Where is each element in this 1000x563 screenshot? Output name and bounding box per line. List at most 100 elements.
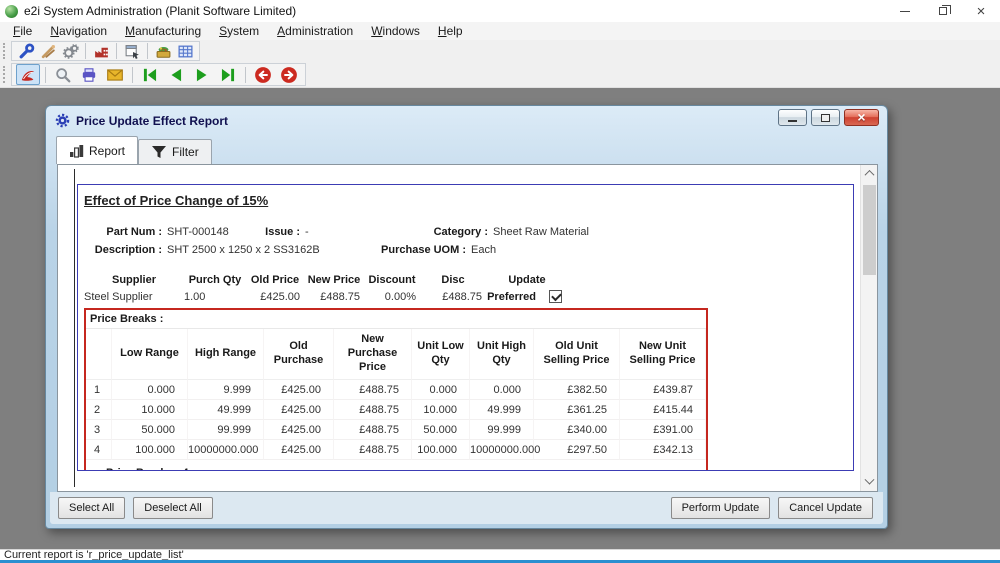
- pb-cell: 9.999: [188, 380, 264, 400]
- status-bar: Current report is 'r_price_update_list': [0, 549, 1000, 560]
- forward-icon[interactable]: [277, 64, 301, 85]
- scroll-down-button[interactable]: [861, 474, 878, 491]
- pb-cell: £391.00: [620, 420, 706, 440]
- update-checkbox[interactable]: [549, 290, 562, 303]
- dialog-title: Price Update Effect Report: [76, 114, 228, 128]
- pb-row-num: 3: [86, 420, 112, 440]
- menu-file[interactable]: File: [4, 22, 41, 40]
- pb-row-num: 2: [86, 400, 112, 420]
- pb-cell: £488.75: [334, 440, 412, 460]
- properties-icon[interactable]: [122, 42, 142, 60]
- window-title: e2i System Administration (Planit Softwa…: [24, 4, 296, 18]
- supplier-discount: 0.00%: [364, 288, 420, 305]
- menu-help[interactable]: Help: [429, 22, 472, 40]
- pb-cell: 49.999: [188, 400, 264, 420]
- description-label: Description :: [84, 244, 162, 256]
- toolbar-separator: [147, 43, 148, 59]
- tab-strip: Report Filter: [56, 136, 212, 164]
- scrollbar-thumb[interactable]: [863, 185, 876, 275]
- toolbox-icon[interactable]: [153, 42, 173, 60]
- pb-cell: £488.75: [334, 400, 412, 420]
- preferred-label: Preferred: [486, 288, 542, 305]
- pb-header: [86, 329, 112, 380]
- pb-cell: £439.87: [620, 380, 706, 400]
- pliers-icon[interactable]: [38, 42, 58, 60]
- menu-manufacturing[interactable]: Manufacturing: [116, 22, 210, 40]
- toolbar-grip[interactable]: [3, 43, 7, 58]
- back-icon[interactable]: [251, 64, 275, 85]
- dialog-maximize-button[interactable]: [811, 109, 840, 126]
- pb-cell: £488.75: [334, 380, 412, 400]
- gears-icon[interactable]: [60, 42, 80, 60]
- pb-cell: 0.000: [112, 380, 188, 400]
- pb-header-new-unit-selling: New Unit Selling Price: [620, 329, 706, 380]
- menu-system[interactable]: System: [210, 22, 268, 40]
- supplier-header: Supplier: [84, 271, 184, 288]
- menubar: File Navigation Manufacturing System Adm…: [0, 22, 1000, 40]
- supplier-new-price: £488.75: [304, 288, 364, 305]
- next-record-icon[interactable]: [190, 64, 214, 85]
- pb-cell: £425.00: [264, 440, 334, 460]
- pb-header-old-unit-selling: Old Unit Selling Price: [534, 329, 620, 380]
- pb-cell: 49.999: [470, 400, 534, 420]
- pb-cell: £425.00: [264, 420, 334, 440]
- window-restore-button[interactable]: [924, 0, 962, 22]
- update-header: Update: [486, 271, 568, 288]
- deselect-all-button[interactable]: Deselect All: [133, 497, 212, 519]
- pb-header-high-range: High Range: [188, 329, 264, 380]
- dialog-minimize-button[interactable]: [778, 109, 807, 126]
- select-all-button[interactable]: Select All: [58, 497, 125, 519]
- chevron-down-icon: [865, 475, 875, 485]
- part-num-label: Part Num :: [84, 226, 162, 238]
- tab-filter[interactable]: Filter: [138, 139, 212, 164]
- factory-icon[interactable]: [91, 42, 111, 60]
- pb-header-unit-high-qty: Unit High Qty: [470, 329, 534, 380]
- purch-qty-header: Purch Qty: [184, 271, 246, 288]
- previous-record-icon[interactable]: [164, 64, 188, 85]
- price-breaks-box: Price Breaks : Low Range High Range Old …: [84, 308, 708, 471]
- menu-navigation[interactable]: Navigation: [41, 22, 116, 40]
- pb-row-num: 1: [86, 380, 112, 400]
- pb-cell: 10000000.000: [188, 440, 264, 460]
- pb-header-new-purchase-price: New Purchase Price: [334, 329, 412, 380]
- email-icon[interactable]: [103, 64, 127, 85]
- print-icon[interactable]: [77, 64, 101, 85]
- pb-cell: £340.00: [534, 420, 620, 440]
- pb-cell: £415.44: [620, 400, 706, 420]
- app-icon: [5, 5, 18, 18]
- print-preview-icon[interactable]: [51, 64, 75, 85]
- pb-cell: £488.75: [334, 420, 412, 440]
- window-minimize-button[interactable]: [886, 0, 924, 22]
- pb-cell: £382.50: [534, 380, 620, 400]
- perform-update-button[interactable]: Perform Update: [671, 497, 771, 519]
- discount-header: Discount: [364, 271, 420, 288]
- issue-label: Issue :: [260, 226, 300, 238]
- pb-cell: 99.999: [188, 420, 264, 440]
- last-record-icon[interactable]: [216, 64, 240, 85]
- menu-administration[interactable]: Administration: [268, 22, 362, 40]
- grid-icon[interactable]: [175, 42, 195, 60]
- restore-icon: [939, 7, 947, 15]
- dialog-close-button[interactable]: [844, 109, 879, 126]
- toolbar-grip[interactable]: [3, 66, 7, 84]
- price-breaks-count: Price Breaks : 4: [86, 460, 706, 471]
- toolbar-main: [0, 40, 1000, 62]
- pdf-icon[interactable]: [16, 64, 40, 85]
- price-update-dialog: Price Update Effect Report Report Filter: [45, 105, 888, 529]
- pb-cell: 50.000: [412, 420, 470, 440]
- wrench-icon[interactable]: [16, 42, 36, 60]
- dialog-button-bar: Select All Deselect All Perform Update C…: [50, 492, 883, 524]
- pb-cell: £297.50: [534, 440, 620, 460]
- toolbar-separator: [245, 67, 246, 83]
- window-close-button[interactable]: [962, 0, 1000, 22]
- dialog-titlebar[interactable]: Price Update Effect Report: [50, 109, 883, 132]
- tab-filter-label: Filter: [172, 145, 199, 159]
- old-price-header: Old Price: [246, 271, 304, 288]
- vertical-scrollbar[interactable]: [860, 165, 877, 491]
- first-record-icon[interactable]: [138, 64, 162, 85]
- pb-cell: 0.000: [470, 380, 534, 400]
- menu-windows[interactable]: Windows: [362, 22, 429, 40]
- cancel-update-button[interactable]: Cancel Update: [778, 497, 873, 519]
- tab-report[interactable]: Report: [56, 136, 138, 164]
- scroll-up-button[interactable]: [861, 165, 878, 182]
